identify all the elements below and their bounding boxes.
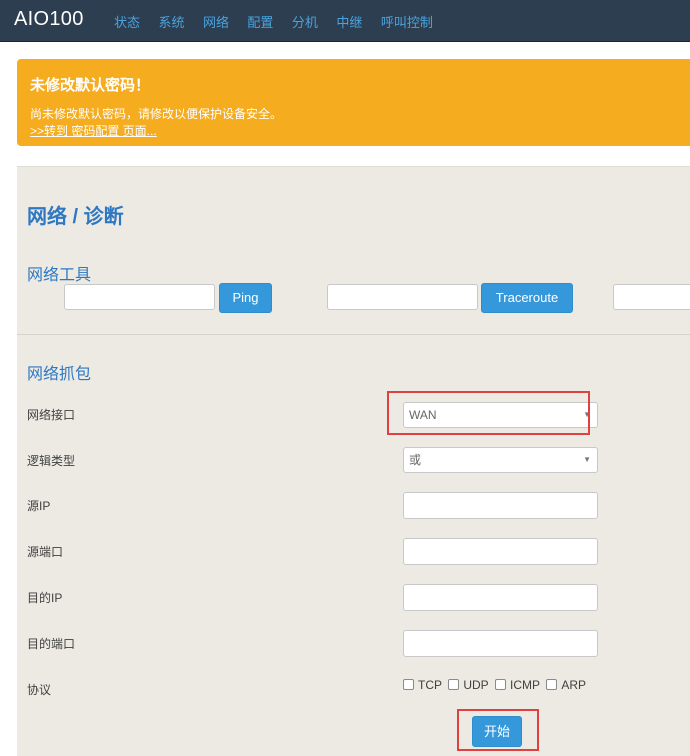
- src-ip-input[interactable]: [403, 492, 598, 519]
- traceroute-host-input[interactable]: [327, 284, 478, 310]
- password-config-link[interactable]: >>转到 密码配置 页面...: [30, 122, 157, 139]
- protocol-arp-label: ARP: [561, 678, 587, 692]
- brand-logo[interactable]: AIO100: [14, 8, 84, 31]
- protocol-label: 协议: [27, 683, 52, 697]
- third-tool-input[interactable]: [613, 284, 690, 310]
- default-password-alert: 未修改默认密码！ 尚未修改默认密码，请修改以便保护设备安全。 >>转到 密码配置…: [17, 59, 690, 146]
- packet-capture-heading: 网络抓包: [27, 366, 92, 383]
- protocol-icmp-label: ICMP: [510, 678, 541, 692]
- dst-port-label: 目的端口: [27, 637, 76, 651]
- protocol-udp[interactable]: UDP: [448, 678, 489, 692]
- top-navbar: AIO100 状态 系统 网络 配置 分机 中继 呼叫控制: [0, 0, 690, 42]
- traceroute-button[interactable]: Traceroute: [481, 283, 573, 313]
- dst-ip-input[interactable]: [403, 584, 598, 611]
- src-port-label: 源端口: [27, 545, 64, 559]
- ping-host-input[interactable]: [64, 284, 215, 310]
- checkbox-tcp[interactable]: [403, 679, 414, 690]
- nav-item-call-control[interactable]: 呼叫控制: [381, 12, 433, 31]
- dst-port-input[interactable]: [403, 630, 598, 657]
- protocol-arp[interactable]: ARP: [546, 678, 586, 692]
- protocol-checkbox-group: TCP UDP ICMP ARP: [403, 678, 589, 692]
- checkbox-icmp[interactable]: [495, 679, 507, 690]
- nav-item-system[interactable]: 系统: [158, 12, 184, 31]
- nav-item-extension[interactable]: 分机: [292, 12, 318, 31]
- ping-button[interactable]: Ping: [219, 283, 272, 313]
- protocol-udp-label: UDP: [463, 678, 489, 692]
- src-port-input[interactable]: [403, 538, 598, 565]
- logic-type-label: 逻辑类型: [27, 454, 76, 468]
- network-tools-heading: 网络工具: [27, 267, 92, 284]
- alert-text: 尚未修改默认密码，请修改以便保护设备安全。: [30, 107, 283, 121]
- interface-highlight-box: [387, 391, 590, 435]
- alert-title: 未修改默认密码！: [30, 77, 151, 94]
- dst-ip-label: 目的IP: [27, 591, 63, 605]
- start-button-highlight-box: [457, 709, 539, 751]
- section-divider: [17, 334, 690, 335]
- chevron-down-icon: ▼: [583, 455, 591, 464]
- nav-menu: 状态 系统 网络 配置 分机 中继 呼叫控制: [114, 12, 447, 32]
- nav-item-network[interactable]: 网络: [203, 12, 229, 31]
- src-ip-label: 源IP: [27, 499, 51, 513]
- nav-item-status[interactable]: 状态: [114, 12, 140, 31]
- protocol-tcp-label: TCP: [418, 678, 442, 692]
- page-title: 网络 / 诊断: [27, 206, 124, 228]
- interface-label: 网络接口: [27, 408, 76, 422]
- logic-type-select[interactable]: 或 ▼: [403, 447, 598, 473]
- checkbox-udp[interactable]: [448, 679, 460, 690]
- logic-type-select-value: 或: [409, 453, 422, 467]
- diagnostics-panel: 网络 / 诊断 网络工具 Ping Traceroute 网络抓包 网络接口 W…: [17, 166, 690, 756]
- protocol-icmp[interactable]: ICMP: [495, 678, 540, 692]
- checkbox-arp[interactable]: [546, 679, 558, 690]
- protocol-tcp[interactable]: TCP: [403, 678, 442, 692]
- nav-item-config[interactable]: 配置: [247, 12, 273, 31]
- nav-item-trunk[interactable]: 中继: [336, 12, 362, 31]
